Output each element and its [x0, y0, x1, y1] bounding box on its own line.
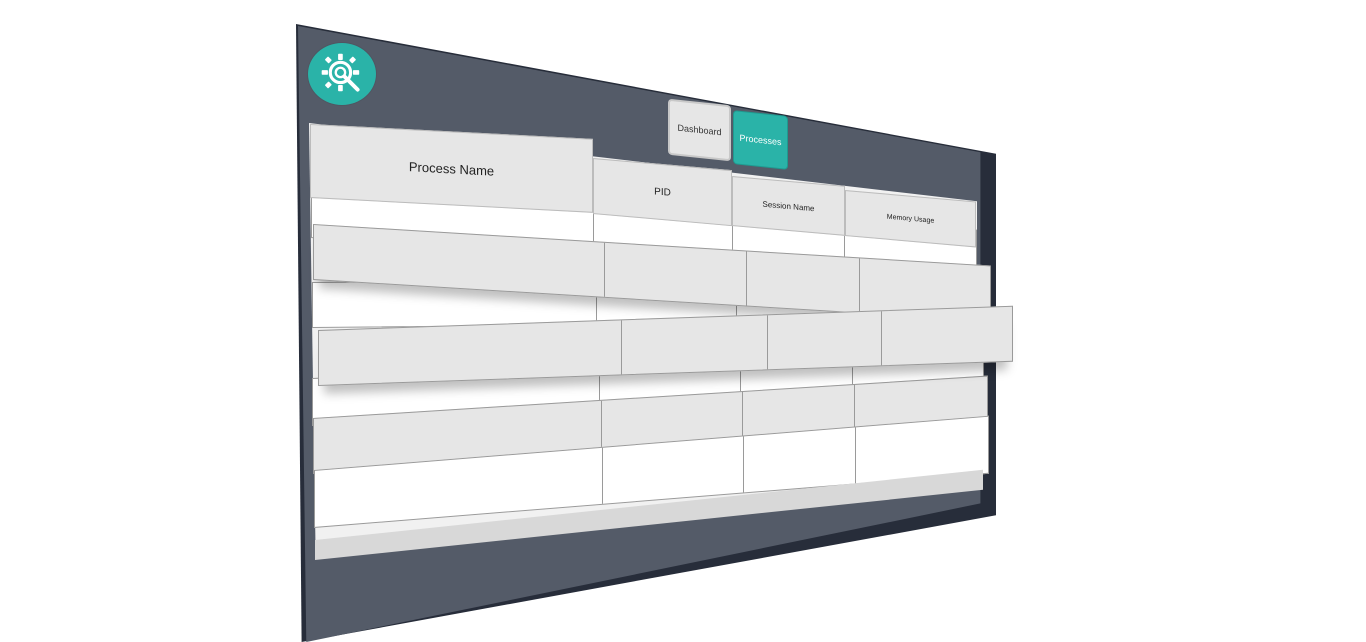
- column-header-process-name[interactable]: Process Name: [310, 124, 593, 213]
- cell-memory-usage: [882, 307, 1012, 366]
- cell-session-name: [746, 251, 861, 313]
- tab-dashboard[interactable]: Dashboard: [668, 98, 731, 162]
- column-header-session-name[interactable]: Session Name: [732, 176, 845, 236]
- cell-pid: [603, 436, 744, 504]
- app-logo[interactable]: [308, 43, 376, 105]
- cell-process-name: [319, 320, 623, 385]
- cell-session-name: [743, 427, 857, 493]
- app-stage: Dashboard Processes Process Name PID Ses…: [0, 0, 1366, 642]
- tab-processes[interactable]: Processes: [733, 110, 788, 170]
- tab-dashboard-label: Dashboard: [677, 122, 722, 138]
- gear-wrench-icon: [321, 53, 360, 92]
- cell-pid: [622, 315, 768, 375]
- cell-pid: [605, 242, 747, 306]
- cell-session-name: [767, 311, 883, 370]
- tab-processes-label: Processes: [739, 132, 782, 148]
